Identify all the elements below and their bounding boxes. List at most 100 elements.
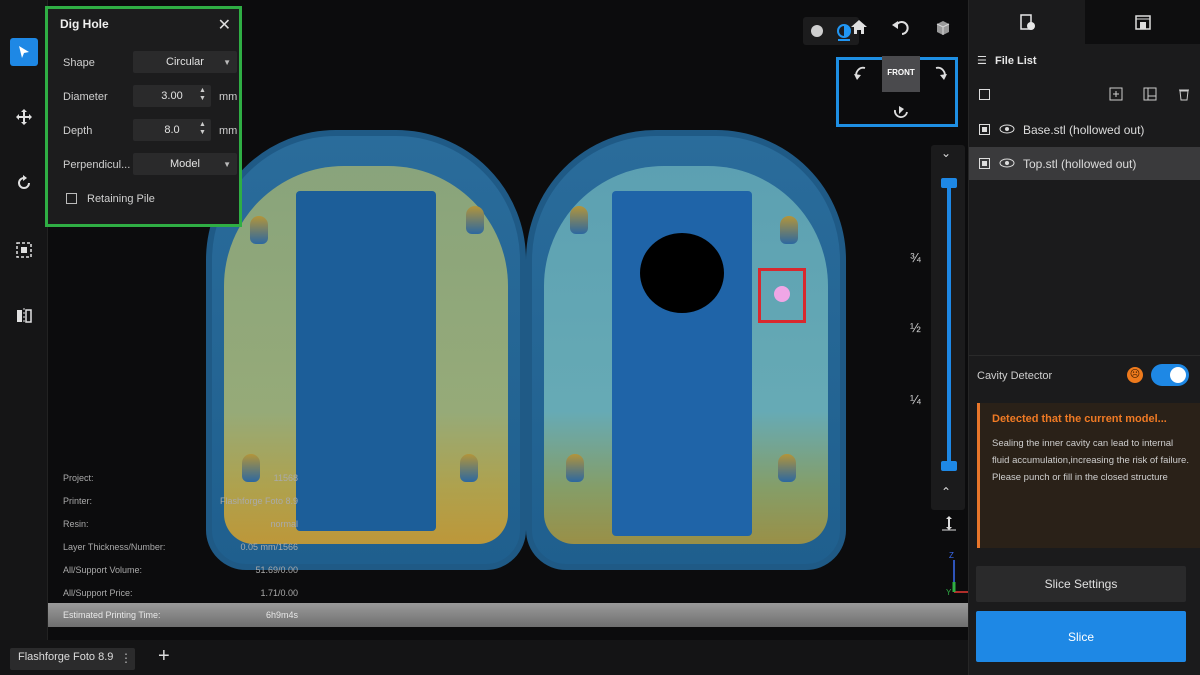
file-row[interactable]: Base.stl (hollowed out) xyxy=(969,113,1200,146)
file-name: Base.stl (hollowed out) xyxy=(1023,123,1145,137)
info-label: Resin: xyxy=(63,519,89,529)
scale-tool-button[interactable] xyxy=(10,236,38,264)
dig-hole-title: Dig Hole xyxy=(60,17,109,31)
depth-unit: mm xyxy=(219,125,238,137)
axis-z-label: Z xyxy=(949,551,954,560)
cavity-alert: Detected that the current model... Seali… xyxy=(977,403,1200,548)
info-value: 6h9m4s xyxy=(265,610,298,620)
list-icon: ☰ xyxy=(977,55,987,67)
mirror-tool-button[interactable] xyxy=(10,302,38,330)
warning-face-icon: ☹ xyxy=(1127,367,1143,383)
solid-view-icon[interactable] xyxy=(810,24,824,38)
peg xyxy=(566,454,584,482)
rotate-right-icon[interactable] xyxy=(932,64,950,82)
peg xyxy=(570,206,588,234)
bottom-tab-bar: Flashforge Foto 8.9 ⋮ xyxy=(0,640,968,675)
peg xyxy=(778,454,796,482)
info-label: All/Support Volume: xyxy=(63,565,143,575)
layout-icon[interactable] xyxy=(1143,87,1157,101)
dig-hole-panel: Dig Hole ✕ Shape Circular ▼ Diameter 3.0… xyxy=(45,6,242,227)
cube-view-icon[interactable] xyxy=(934,18,952,36)
model-base-slot xyxy=(296,191,436,531)
rotate-down-icon[interactable] xyxy=(892,106,910,122)
depth-stepper[interactable]: ▲ ▼ xyxy=(199,121,206,137)
eye-icon[interactable] xyxy=(999,123,1015,135)
info-label: Printer: xyxy=(63,496,93,506)
slice-settings-button[interactable]: Slice Settings xyxy=(976,566,1186,602)
retaining-pile-label: Retaining Pile xyxy=(87,193,155,205)
reset-view-icon[interactable] xyxy=(892,18,910,36)
perpendicular-value: Model xyxy=(170,158,200,170)
fraction-half: ½ xyxy=(910,320,921,335)
perpendicular-label: Perpendicul... xyxy=(63,159,131,171)
perpendicular-select[interactable]: Model ▼ xyxy=(133,153,237,175)
trash-icon[interactable] xyxy=(1177,87,1191,101)
printer-icon xyxy=(1135,15,1151,30)
home-view-icon[interactable] xyxy=(850,18,868,36)
more-options-icon[interactable]: ⋮ xyxy=(120,651,132,665)
info-value: 51.69/0.00 xyxy=(255,565,298,575)
depth-value: 8.0 xyxy=(164,124,180,136)
dug-hole xyxy=(640,233,724,313)
retaining-pile-checkbox[interactable] xyxy=(66,193,77,204)
shape-value: Circular xyxy=(166,56,204,68)
slider-up-icon[interactable]: ⌄ xyxy=(941,146,951,160)
fraction-three-quarter: ¾ xyxy=(910,250,921,265)
alert-body: Sealing the inner cavity can lead to int… xyxy=(992,438,1189,483)
info-value: 1.71/0.00 xyxy=(260,588,298,598)
rotate-left-icon[interactable] xyxy=(851,64,869,82)
front-view-face[interactable]: FRONT xyxy=(882,56,920,92)
left-toolbar xyxy=(0,0,48,640)
add-tab-button[interactable]: + xyxy=(158,645,170,668)
add-file-icon[interactable] xyxy=(1109,87,1123,101)
slider-top-handle[interactable] xyxy=(941,178,957,188)
move-tool-button[interactable] xyxy=(10,103,38,131)
info-value: 11568 xyxy=(273,473,298,483)
info-value: Flashforge Foto 8.9 xyxy=(219,496,298,506)
file-name: Top.stl (hollowed out) xyxy=(1023,157,1137,171)
eye-icon[interactable] xyxy=(999,157,1015,169)
rotate-icon xyxy=(18,175,30,189)
cursor-icon xyxy=(19,46,29,58)
alert-title: Detected that the current model... xyxy=(992,413,1167,425)
info-label: Layer Thickness/Number: xyxy=(63,542,166,552)
scale-icon xyxy=(16,242,32,258)
fraction-quarter: ¼ xyxy=(910,392,921,407)
shape-select[interactable]: Circular ▼ xyxy=(133,51,237,73)
tab-printer[interactable] xyxy=(1085,0,1200,44)
file-checkbox[interactable] xyxy=(979,124,990,135)
info-value: 0.05 mm/1566 xyxy=(240,542,298,552)
slider-down-icon[interactable]: ⌃ xyxy=(941,485,951,499)
info-value: normal xyxy=(270,519,298,529)
peg xyxy=(460,454,478,482)
file-checkbox[interactable] xyxy=(979,158,990,169)
diameter-stepper[interactable]: ▲ ▼ xyxy=(199,87,206,103)
cavity-detector-toggle[interactable] xyxy=(1151,364,1189,386)
panel-tabs xyxy=(969,0,1200,44)
layer-slider-range xyxy=(947,185,951,467)
printer-tab[interactable]: Flashforge Foto 8.9 xyxy=(10,648,135,670)
depth-label: Depth xyxy=(63,125,93,137)
diameter-unit: mm xyxy=(219,91,238,103)
shape-label: Shape xyxy=(63,57,95,69)
file-row[interactable]: Top.stl (hollowed out) xyxy=(969,147,1200,180)
select-all-checkbox[interactable] xyxy=(979,89,990,100)
tab-file-list[interactable] xyxy=(969,0,1085,44)
cavity-detector-section: Cavity Detector ☹ Detected that the curr… xyxy=(969,355,1200,548)
diameter-value: 3.00 xyxy=(161,90,183,102)
peg xyxy=(466,206,484,234)
marker-highlight-box xyxy=(758,268,806,323)
slice-button[interactable]: Slice xyxy=(976,611,1186,662)
info-label: All/Support Price: xyxy=(63,588,133,598)
close-icon[interactable]: ✕ xyxy=(218,15,231,35)
peg xyxy=(250,216,268,244)
slider-bottom-handle[interactable] xyxy=(941,461,957,471)
chevron-down-icon: ▼ xyxy=(223,57,231,67)
rotate-tool-button[interactable] xyxy=(10,169,38,197)
fit-height-icon[interactable] xyxy=(941,515,957,531)
info-label: Project: xyxy=(63,473,94,483)
chevron-down-icon: ▼ xyxy=(223,159,231,169)
model-top[interactable] xyxy=(526,130,846,570)
mirror-icon xyxy=(17,308,32,324)
select-tool-button[interactable] xyxy=(10,38,38,66)
